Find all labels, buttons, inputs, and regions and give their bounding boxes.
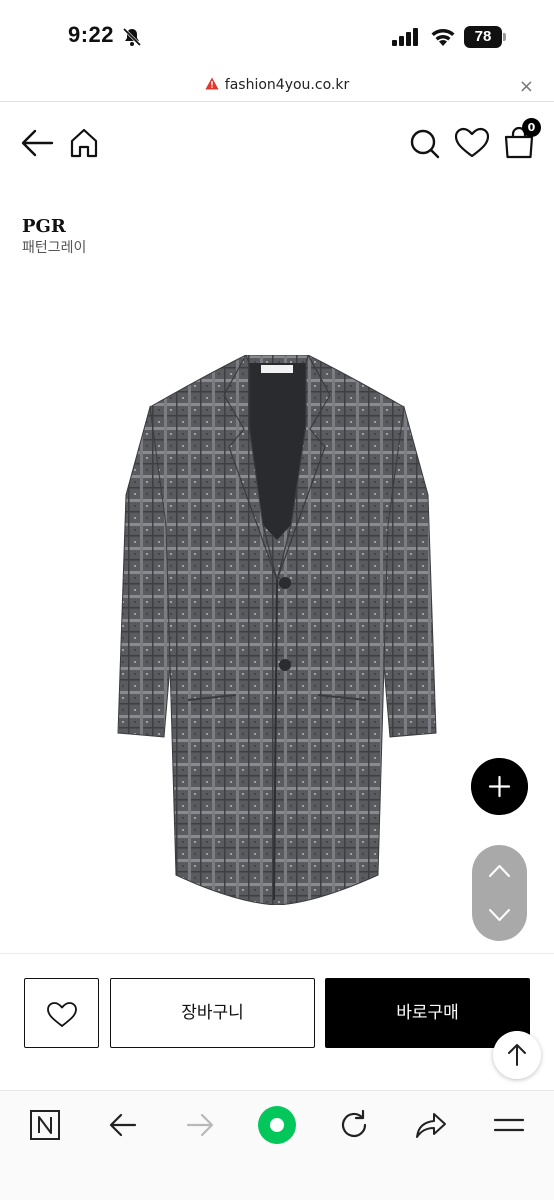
back-icon[interactable] (103, 1105, 143, 1145)
add-fab-button[interactable] (471, 758, 528, 815)
reload-icon[interactable] (334, 1105, 374, 1145)
forward-icon[interactable] (180, 1105, 220, 1145)
scroll-top-button[interactable] (493, 1031, 541, 1079)
brand-name: PGR (22, 216, 66, 237)
add-to-cart-button[interactable]: 장바구니 (110, 978, 315, 1048)
heart-icon (47, 1002, 77, 1027)
browser-toolbar (0, 1090, 554, 1200)
action-bar-divider (0, 953, 554, 954)
url-text: fashion4you.co.kr (224, 77, 350, 93)
green-dot-icon[interactable] (255, 1103, 299, 1147)
wifi-icon (431, 29, 455, 46)
site-header (0, 103, 554, 183)
bell-muted-icon (122, 27, 142, 47)
warning-icon (205, 77, 219, 90)
url-display[interactable]: fashion4you.co.kr (0, 77, 554, 93)
chevron-up-icon[interactable] (487, 863, 512, 879)
status-bar: 9:22 78 (0, 0, 554, 72)
battery-indicator: 78 (464, 26, 506, 48)
status-time: 9:22 (68, 22, 115, 47)
heart-icon[interactable] (452, 123, 492, 163)
back-arrow-icon[interactable] (18, 123, 58, 163)
battery-cap (503, 33, 506, 41)
url-bar[interactable]: fashion4you.co.kr × (0, 72, 554, 102)
wishlist-button[interactable] (24, 978, 99, 1048)
search-icon[interactable] (404, 123, 444, 163)
naver-n-icon[interactable] (25, 1105, 65, 1145)
cellular-signal-icon (392, 28, 418, 46)
scroll-nav-pill (472, 845, 527, 941)
url-close-button[interactable]: × (519, 76, 534, 97)
product-color-name: 패턴그레이 (22, 240, 87, 256)
share-icon[interactable] (411, 1105, 451, 1145)
chevron-down-icon[interactable] (487, 907, 512, 923)
battery-level: 78 (464, 26, 502, 48)
menu-icon[interactable] (489, 1105, 529, 1145)
cart-count-badge: 0 (522, 118, 541, 137)
home-icon[interactable] (64, 123, 104, 163)
product-image[interactable] (116, 355, 438, 905)
